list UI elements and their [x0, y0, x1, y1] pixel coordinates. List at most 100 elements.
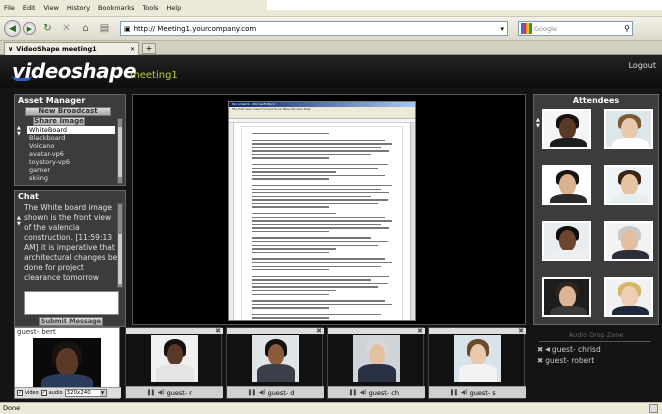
guest-body — [257, 364, 295, 382]
menu-bookmarks[interactable]: Bookmarks — [98, 4, 134, 12]
reload-icon[interactable]: ↻ — [40, 21, 55, 36]
doc-text-line — [252, 293, 329, 295]
asset-item[interactable]: WhiteBoard — [27, 126, 115, 134]
guest-body — [156, 364, 194, 382]
pause-icon[interactable]: ▌▌ — [350, 390, 358, 396]
attendee-7-avatar[interactable] — [542, 277, 591, 317]
menu-history[interactable]: History — [67, 4, 90, 12]
doc-text-line — [252, 157, 329, 159]
drop-zone-guest[interactable]: ✖ guest- robert — [537, 356, 594, 365]
search-icon[interactable]: ⚲ — [624, 24, 632, 33]
logout-link[interactable]: Logout — [629, 61, 656, 70]
doc-text-line — [252, 212, 336, 215]
new-tab-button[interactable]: + — [142, 43, 156, 54]
asset-scrollbar[interactable] — [117, 118, 123, 184]
audio-drop-zone[interactable]: Audio Drop Zone ✖ ◀ guest- chrisd ✖ guest… — [533, 327, 659, 377]
chat-scroll-thumb[interactable] — [118, 234, 122, 284]
close-icon[interactable]: ✖ — [215, 327, 221, 335]
attendee-face — [621, 118, 638, 139]
search-input[interactable]: G Google ⚲ — [518, 21, 633, 36]
attendee-3-avatar[interactable] — [542, 165, 591, 205]
new-broadcast-button[interactable]: New Broadcast — [25, 107, 111, 116]
close-icon[interactable]: ✖ — [417, 327, 423, 335]
speaker-icon[interactable]: ◀) — [158, 389, 165, 396]
search-placeholder: Google — [534, 24, 557, 33]
asset-item[interactable]: avatar-vp6 — [27, 150, 115, 158]
pause-icon[interactable]: ▌▌ — [451, 390, 459, 396]
attendee-8-avatar[interactable] — [604, 277, 653, 317]
guest-video-frame — [353, 335, 400, 382]
address-bar[interactable]: ▣ http:// Meeting1.yourcompany.com ▾ — [120, 21, 508, 36]
menu-view[interactable]: View — [43, 4, 58, 12]
attendees-panel: Attendees ▲ ▼ — [533, 94, 659, 325]
asset-list-arrows-icon[interactable]: ▲ ▼ — [17, 125, 24, 137]
asset-item[interactable]: skiing — [27, 174, 115, 182]
back-button[interactable]: ◀ — [4, 20, 21, 37]
menu-help[interactable]: Help — [166, 4, 181, 12]
asset-item[interactable]: gamer — [27, 166, 115, 174]
remove-guest-icon[interactable]: ✖ — [537, 356, 543, 365]
url-dropdown-icon[interactable]: ▾ — [500, 25, 507, 33]
guest-controls: ▌▌ ◀) guest- s — [429, 386, 526, 398]
tab-close-icon[interactable]: ✕ — [130, 46, 138, 53]
submit-message-button[interactable]: Submit Message — [39, 317, 103, 326]
browser-navbar: ◀ ▶ ↻ ✕ ⌂ ▤ ▣ http:// Meeting1.yourcompa… — [0, 17, 662, 41]
pause-icon[interactable]: ▌▌ — [249, 390, 257, 396]
guest-controls: ▌▌ ◀) guest- r — [126, 386, 223, 398]
drop-zone-guest[interactable]: ✖ ◀ guest- chrisd — [537, 345, 601, 354]
menubar-strip — [267, 0, 662, 10]
guest-controls: ▌▌ ◀) guest- ch — [328, 386, 425, 398]
tile-titlebar: ✖ — [126, 327, 223, 335]
my-video-name: guest- bert — [17, 328, 56, 336]
remove-guest-icon[interactable]: ✖ — [537, 345, 543, 354]
whiteboard-area[interactable]: Document1 - Microsoft Word File Edit Vie… — [132, 94, 526, 325]
attendee-6-avatar[interactable] — [604, 221, 653, 261]
doc-text-line — [252, 279, 371, 281]
speaker-icon[interactable]: ◀) — [259, 389, 266, 396]
chat-message-input[interactable] — [24, 291, 119, 315]
doc-text-line — [252, 237, 371, 239]
attendee-5-avatar[interactable] — [542, 221, 591, 261]
doc-text-line — [252, 202, 378, 205]
attendee-1-avatar[interactable] — [542, 109, 591, 149]
forward-button[interactable]: ▶ — [23, 22, 36, 35]
attendee-4-avatar[interactable] — [604, 165, 653, 205]
stop-icon[interactable]: ✕ — [59, 21, 74, 36]
guest-face — [268, 344, 284, 365]
close-icon[interactable]: ✖ — [518, 327, 524, 335]
browser-tabbar: ∨ VideoShape meeting1 ✕ + — [0, 41, 662, 55]
pause-icon[interactable]: ▌▌ — [148, 390, 156, 396]
speaker-icon[interactable]: ◀) — [461, 389, 468, 396]
attendee-2-avatar[interactable] — [604, 109, 653, 149]
home-icon[interactable]: ⌂ — [78, 21, 93, 36]
video-checkbox[interactable]: ✓ — [17, 390, 23, 396]
doc-text-line — [252, 133, 329, 135]
resolution-select[interactable]: 320x240 ▼ — [64, 389, 107, 397]
close-icon[interactable]: ✖ — [316, 327, 322, 335]
asset-scroll-thumb[interactable] — [118, 127, 122, 177]
menu-file[interactable]: File — [4, 4, 15, 12]
chat-title: Chat — [18, 192, 39, 201]
guest-name: guest- r — [166, 388, 192, 397]
asset-item[interactable]: toystory-vp6 — [27, 158, 115, 166]
bookmark-icon[interactable]: ▤ — [97, 21, 112, 36]
meeting-title: meeting1 — [130, 70, 178, 81]
share-image-button[interactable]: Share Image — [33, 117, 85, 126]
chat-scrollbar[interactable] — [117, 203, 123, 288]
tab-videoshape[interactable]: ∨ VideoShape meeting1 ✕ — [4, 42, 139, 55]
doc-text-line — [252, 251, 329, 254]
audio-checkbox[interactable]: ✓ — [40, 390, 47, 396]
doc-text-line — [252, 300, 385, 302]
speaker-icon[interactable]: ◀) — [360, 389, 367, 396]
attendee-body — [550, 138, 587, 147]
doc-text-line — [252, 289, 336, 292]
asset-manager-title: Asset Manager — [18, 96, 86, 105]
menu-edit[interactable]: Edit — [23, 4, 36, 12]
doc-text-line — [252, 227, 390, 229]
url-text: http:// Meeting1.yourcompany.com — [133, 24, 257, 33]
asset-item[interactable]: Blackboard — [27, 134, 115, 142]
guest-controls: ▌▌ ◀) guest- d — [227, 386, 324, 398]
doc-text-line — [252, 230, 329, 233]
menu-tools[interactable]: Tools — [142, 4, 158, 12]
asset-item[interactable]: Volcano — [27, 142, 115, 150]
